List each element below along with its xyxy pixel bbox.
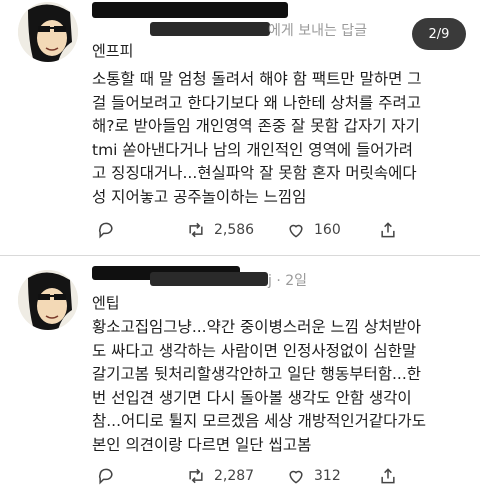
retweet-count: 2,287	[214, 468, 255, 484]
image-counter-badge: 2/9	[412, 18, 466, 50]
share-icon	[381, 468, 395, 484]
share-button[interactable]	[378, 220, 398, 240]
like-icon	[289, 470, 303, 484]
redacted-author	[92, 2, 288, 18]
share-icon	[381, 222, 395, 238]
tweet-meta: j · 2일	[268, 273, 308, 289]
share-button[interactable]	[378, 466, 398, 486]
author-name: 엔팁	[92, 294, 120, 312]
action-bar: 2,287 312	[92, 466, 452, 488]
like-button[interactable]: 160	[286, 220, 341, 240]
reply-button[interactable]	[96, 466, 116, 486]
retweet-button[interactable]: 2,287	[186, 466, 254, 486]
retweet-icon	[189, 222, 203, 238]
reply-context: 에게 보내는 답글	[268, 23, 368, 39]
like-count: 160	[314, 222, 341, 238]
reply-button[interactable]	[96, 220, 116, 240]
avatar[interactable]	[18, 2, 78, 62]
tweet-text: 소통할 때 말 엄청 돌려서 해야 함 팩트만 말하면 그 걸 들어보려고 한다…	[92, 70, 422, 206]
retweet-button[interactable]: 2,586	[186, 220, 254, 240]
retweet-count: 2,586	[214, 222, 255, 238]
author-name: 엔프피	[92, 42, 134, 60]
reply-icon	[98, 468, 113, 485]
tweet-2: j · 2일 엔팁 황소고집임그냥...약간 중이병스러운 느낌 상처받아 도 …	[0, 256, 480, 485]
reply-icon	[98, 222, 113, 239]
like-icon	[289, 224, 303, 238]
tweet-1: 에게 보내는 답글 엔프피 소통할 때 말 엄청 돌려서 해야 함 팩트만 말하…	[0, 0, 480, 256]
like-count: 312	[314, 468, 341, 484]
like-button[interactable]: 312	[286, 466, 341, 486]
redacted-handle	[150, 272, 268, 286]
tweet-text: 황소고집임그냥...약간 중이병스러운 느낌 상처받아 도 싸다고 생각하는 사…	[92, 318, 426, 454]
retweet-icon	[189, 468, 203, 484]
avatar[interactable]	[18, 270, 78, 330]
redacted-handle	[150, 22, 270, 36]
action-bar: 2,586 160	[92, 220, 452, 242]
